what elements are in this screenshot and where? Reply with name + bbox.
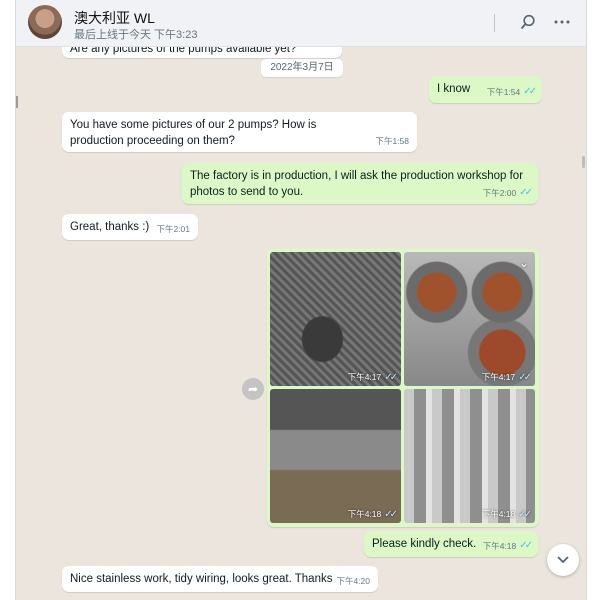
message-time: 下午4:18 bbox=[482, 541, 517, 551]
read-ticks-icon: ✓✓ bbox=[518, 371, 532, 383]
photo-thumbnail[interactable]: 下午4:18 ✓✓ bbox=[404, 389, 535, 523]
message-in[interactable]: You have some pictures of our 2 pumps? H… bbox=[62, 112, 417, 152]
chevron-down-icon bbox=[557, 556, 569, 564]
message-text: Please kindly check. bbox=[372, 538, 477, 550]
forward-icon[interactable]: ➦ bbox=[242, 378, 264, 400]
more-options-icon[interactable] bbox=[550, 10, 574, 34]
avatar[interactable] bbox=[28, 5, 62, 39]
header-divider bbox=[494, 14, 495, 32]
read-ticks-icon: ✓✓ bbox=[518, 508, 532, 520]
photo-time: 下午4:18 bbox=[347, 509, 382, 519]
read-ticks-icon: ✓✓ bbox=[384, 508, 398, 520]
scroll-marker bbox=[16, 96, 18, 108]
message-time: 下午2:00 bbox=[482, 188, 517, 198]
photo-thumbnail[interactable]: ⌄ 下午4:17 ✓✓ bbox=[404, 252, 535, 386]
message-text: I know bbox=[437, 83, 471, 95]
message-time: 下午4:20 bbox=[336, 576, 370, 586]
search-icon[interactable] bbox=[516, 10, 540, 34]
message-text: The factory is in production, I will ask… bbox=[190, 170, 524, 198]
message-text: Nice stainless work, tidy wiring, looks … bbox=[70, 573, 333, 585]
message-in[interactable]: Great, thanks :) 下午2:01 bbox=[62, 214, 198, 240]
chat-window: 澳大利亚 WL 最后上线于今天 下午3:23 Are any pictures … bbox=[15, 0, 587, 600]
chevron-down-icon[interactable]: ⌄ bbox=[519, 256, 529, 270]
read-ticks-icon: ✓✓ bbox=[523, 86, 537, 97]
last-seen-status: 最后上线于今天 下午3:23 bbox=[74, 29, 198, 41]
date-chip: 2022年3月7日 bbox=[261, 59, 343, 77]
read-ticks-icon: ✓✓ bbox=[519, 540, 533, 551]
message-time: 下午2:01 bbox=[156, 224, 190, 234]
photo-time: 下午4:17 bbox=[481, 372, 516, 382]
photo-time: 下午4:17 bbox=[347, 372, 382, 382]
message-in[interactable]: Nice stainless work, tidy wiring, looks … bbox=[62, 566, 378, 592]
photo-thumbnail[interactable]: 下午4:18 ✓✓ bbox=[270, 389, 401, 523]
message-out[interactable]: I know 下午1:54 ✓✓ bbox=[429, 76, 542, 103]
message-time: 下午1:58 bbox=[375, 136, 409, 146]
message-list[interactable]: Are any pictures of the pumps available … bbox=[16, 38, 586, 600]
message-out[interactable]: Please kindly check. 下午4:18 ✓✓ bbox=[364, 531, 538, 557]
read-ticks-icon: ✓✓ bbox=[519, 187, 533, 198]
message-text: Great, thanks :) bbox=[70, 221, 150, 233]
scroll-down-button[interactable] bbox=[547, 544, 579, 576]
message-text: You have some pictures of our 2 pumps? H… bbox=[70, 119, 317, 147]
scrollbar-thumb[interactable] bbox=[582, 156, 585, 168]
photo-thumbnail[interactable]: 下午4:17 ✓✓ bbox=[270, 252, 401, 386]
message-time: 下午1:54 bbox=[486, 87, 521, 97]
message-out[interactable]: The factory is in production, I will ask… bbox=[182, 163, 538, 204]
photo-time: 下午4:18 bbox=[481, 509, 516, 519]
photo-album[interactable]: 下午4:17 ✓✓ ⌄ 下午4:17 ✓✓ 下午4:18 ✓✓ 下午4:18 ✓✓ bbox=[267, 249, 539, 527]
contact-name[interactable]: 澳大利亚 WL bbox=[74, 8, 155, 28]
read-ticks-icon: ✓✓ bbox=[384, 371, 398, 383]
chat-header: 澳大利亚 WL 最后上线于今天 下午3:23 bbox=[16, 0, 586, 47]
